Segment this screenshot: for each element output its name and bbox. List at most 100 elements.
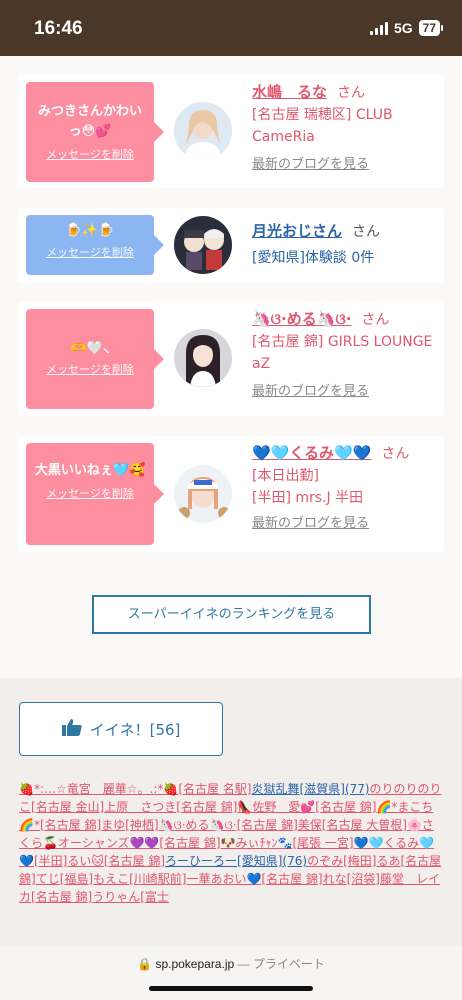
liked-user-link[interactable]: てじ <box>36 872 60 886</box>
honorific: さん <box>337 85 366 101</box>
liked-user-link[interactable]: れな <box>323 872 347 886</box>
like-count-label: イイネ！[56] <box>89 720 181 739</box>
liked-user-link[interactable]: ろーひーろー <box>165 854 237 868</box>
latest-blog-link[interactable]: 最新のブログを見る <box>252 381 437 403</box>
delete-message-link[interactable]: メッセージを削除 <box>26 146 154 162</box>
url-host: sp.pokepara.jp <box>155 957 235 971</box>
message-text: 🍺✨🍺 <box>65 223 115 238</box>
message-bubble: 大黒いいねぇ🩵🥰 メッセージを削除 <box>26 443 164 545</box>
shop-label[interactable]: [愛知県]体験談 0件 <box>252 247 437 269</box>
cast-name-link[interactable]: 月光おじさん <box>252 220 342 242</box>
liked-user-link[interactable]: [名古屋 名駅] <box>178 782 251 796</box>
liked-user-link[interactable]: [名古屋 錦] <box>315 800 376 814</box>
browser-url-bar[interactable]: 🔒 sp.pokepara.jp — プライベート <box>0 946 462 1000</box>
liked-user-link[interactable]: のぞみ <box>307 854 343 868</box>
today-working-label: [本日出勤] <box>252 468 319 484</box>
liked-user-link[interactable]: [福島] <box>60 872 93 886</box>
liked-user-link[interactable]: 🦄ଓ·める🦄ଓ· <box>159 818 237 832</box>
message-text: みつきさんかわいっ😳💕 <box>37 104 142 139</box>
message-bubble: 🫶🤍⸜ メッセージを削除 <box>26 309 164 409</box>
avatar[interactable] <box>174 216 232 274</box>
liked-user-link[interactable]: [尾張 一宮] <box>292 836 353 850</box>
liked-user-link[interactable]: 一華あおい💙 <box>186 872 261 886</box>
liked-user-link[interactable]: 🍓*:…☆竜宮 麗華☆。.:*🍓 <box>19 782 178 796</box>
liked-user-link[interactable]: [名古屋 錦] <box>40 818 101 832</box>
message-bubble: 🍺✨🍺 メッセージを削除 <box>26 215 164 275</box>
liked-user-link[interactable]: るい🐱 <box>67 854 104 868</box>
like-section: イイネ！[56] 🍓*:…☆竜宮 麗華☆。.:*🍓[名古屋 名駅]炎獄乱舞[滋賀… <box>0 678 462 946</box>
liked-user-link[interactable]: [梅田] <box>343 854 376 868</box>
liked-user-link[interactable]: 🐶みぃﾁｬﾝ🐾 <box>221 836 293 850</box>
cast-info: 💙🩵くるみ🩵💙 さん [本日出勤] [半田] mrs.J 半田 最新のブログを見る <box>252 442 437 535</box>
lock-icon: 🔒 <box>137 957 153 971</box>
liked-user-link[interactable]: もえこ <box>93 872 129 886</box>
liked-user-link[interactable]: まゆ <box>101 818 125 832</box>
url-text: 🔒 sp.pokepara.jp — プライベート <box>0 955 462 972</box>
liked-user-link[interactable]: [名古屋 錦] <box>176 800 237 814</box>
message-card: 🫶🤍⸜ メッセージを削除 🦄ଓ·める🦄ଓ· さん [名古屋 錦] GIRLS LO… <box>18 302 444 416</box>
latest-blog-link[interactable]: 最新のブログを見る <box>252 154 437 176</box>
liked-user-link[interactable]: [愛知県] <box>237 854 282 868</box>
latest-blog-link[interactable]: 最新のブログを見る <box>252 513 437 535</box>
url-separator: — <box>234 957 253 971</box>
liked-user-link[interactable]: [名古屋 錦] <box>31 890 92 904</box>
status-bar: 16:46 5G 77 <box>0 0 462 56</box>
honorific: さん <box>352 224 381 240</box>
cast-name-link[interactable]: 💙🩵くるみ🩵💙 <box>252 442 371 464</box>
liked-user-link[interactable]: [滋賀県] <box>300 782 345 796</box>
liked-user-link[interactable]: [沼袋] <box>347 872 380 886</box>
delete-message-link[interactable]: メッセージを削除 <box>26 244 154 260</box>
message-bubble: みつきさんかわいっ😳💕 メッセージを削除 <box>26 82 164 182</box>
signal-icon <box>369 21 388 35</box>
liked-user-link[interactable]: るあ <box>376 854 400 868</box>
avatar[interactable] <box>174 465 232 523</box>
liked-user-link[interactable]: 美保 <box>298 818 322 832</box>
message-text: 大黒いいねぇ🩵🥰 <box>34 463 146 478</box>
liked-user-link[interactable]: [名古屋 大曽根] <box>322 818 407 832</box>
home-indicator[interactable] <box>149 986 313 991</box>
thumbs-up-icon <box>61 718 82 740</box>
liked-user-link[interactable]: [半田] <box>34 854 67 868</box>
message-card: みつきさんかわいっ😳💕 メッセージを削除 水嶋 るな さん [名古屋 瑞穂区] C… <box>18 75 444 188</box>
liked-user-link[interactable]: [神栖] <box>125 818 158 832</box>
honorific: さん <box>361 312 390 328</box>
liked-users-list: 🍓*:…☆竜宮 麗華☆。.:*🍓[名古屋 名駅]炎獄乱舞[滋賀県](77)のりの… <box>19 780 443 906</box>
liked-user-link[interactable]: [川崎駅前] <box>129 872 186 886</box>
honorific: さん <box>381 446 410 462</box>
liked-user-link[interactable]: (76) <box>282 854 307 868</box>
like-button[interactable]: イイネ！[56] <box>19 702 223 756</box>
liked-user-link[interactable]: うりゃん <box>92 890 140 904</box>
liked-user-link[interactable]: [名古屋 錦] <box>237 818 298 832</box>
network-label: 5G <box>393 20 413 36</box>
shop-label[interactable]: [名古屋 瑞穂区] CLUB CameRia <box>252 104 437 148</box>
liked-user-link[interactable]: [名古屋 錦] <box>159 836 220 850</box>
delete-message-link[interactable]: メッセージを削除 <box>26 361 154 377</box>
liked-user-link[interactable]: [名古屋 錦] <box>104 854 165 868</box>
liked-user-link[interactable]: (77) <box>345 782 370 796</box>
delete-message-link[interactable]: メッセージを削除 <box>26 485 154 501</box>
private-mode-label: プライベート <box>252 957 325 971</box>
status-time: 16:46 <box>34 18 83 39</box>
message-card: 🍺✨🍺 メッセージを削除 月光おじさん さん [愛知県]体験談 0件 <box>18 208 444 283</box>
message-list: みつきさんかわいっ😳💕 メッセージを削除 水嶋 るな さん [名古屋 瑞穂区] C… <box>0 56 462 678</box>
cast-name-link[interactable]: 水嶋 るな <box>252 81 327 103</box>
cast-name-link[interactable]: 🦄ଓ·める🦄ଓ· <box>252 308 351 330</box>
message-card: 大黒いいねぇ🩵🥰 メッセージを削除 💙🩵くるみ🩵💙 さん [本日出勤] [半田] … <box>18 436 444 552</box>
battery-icon: 77 <box>418 20 444 36</box>
shop-label[interactable]: [半田] mrs.J 半田 <box>252 487 437 509</box>
shop-label[interactable]: [名古屋 錦] GIRLS LOUNGE aZ <box>252 331 437 375</box>
avatar[interactable] <box>174 329 232 387</box>
liked-user-link[interactable]: 上原 さつき <box>104 800 176 814</box>
super-like-ranking-button[interactable]: スーパーイイネのランキングを見る <box>92 595 371 634</box>
message-text: 🫶🤍⸜ <box>70 341 110 356</box>
liked-user-link[interactable]: [富士 <box>140 890 169 904</box>
liked-user-link[interactable]: オーシャンズ💜💜 <box>58 836 159 850</box>
cast-info: 月光おじさん さん [愛知県]体験談 0件 <box>252 220 437 269</box>
cast-info: 🦄ଓ·める🦄ଓ· さん [名古屋 錦] GIRLS LOUNGE aZ 最新のブロ… <box>252 308 437 403</box>
liked-user-link[interactable]: [名古屋 錦] <box>261 872 322 886</box>
status-right: 5G 77 <box>369 20 444 36</box>
liked-user-link[interactable]: 👠佐野 愛💕 <box>237 800 315 814</box>
liked-user-link[interactable]: 炎獄乱舞 <box>252 782 300 796</box>
liked-user-link[interactable]: [名古屋 金山] <box>31 800 104 814</box>
avatar[interactable] <box>174 102 232 160</box>
